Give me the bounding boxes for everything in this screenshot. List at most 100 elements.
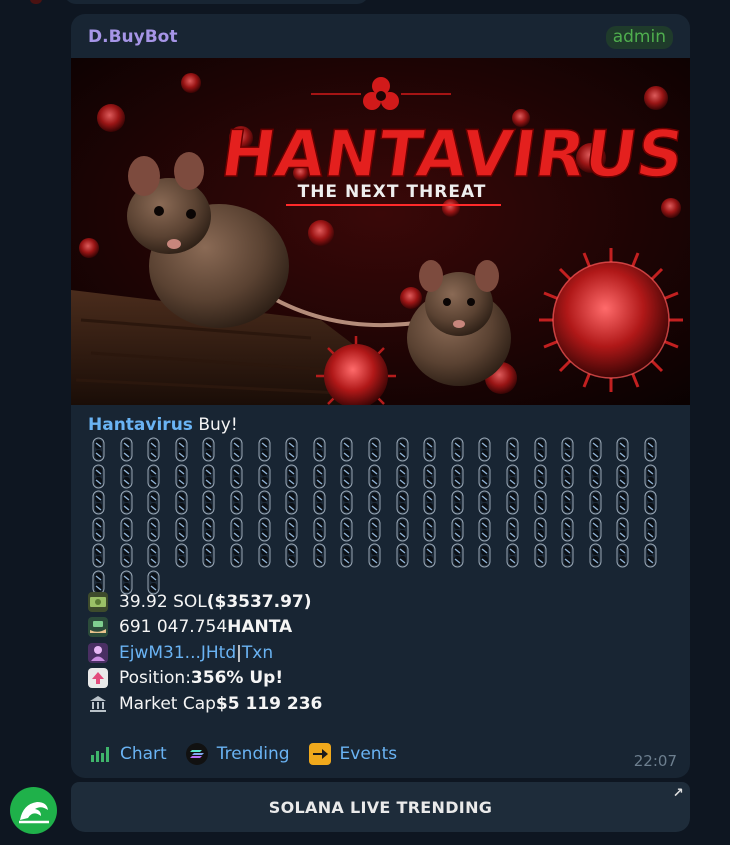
pill-icon xyxy=(147,517,160,541)
pill-icon xyxy=(368,543,381,568)
chart-icon xyxy=(88,742,112,766)
position-value: 356% Up! xyxy=(190,668,284,689)
pill-icon xyxy=(202,464,215,488)
pill-icon xyxy=(478,490,491,515)
pill-icon xyxy=(396,437,409,462)
pill-icon xyxy=(285,543,298,568)
pill-icon xyxy=(616,490,629,515)
pill-icon xyxy=(92,490,105,515)
message-time: 22:07 xyxy=(633,752,677,770)
pill-icon xyxy=(92,437,105,462)
pill-icon xyxy=(451,464,464,488)
pill-icon xyxy=(230,517,243,541)
trending-link[interactable]: Trending xyxy=(185,742,290,766)
pill-icon xyxy=(423,517,436,541)
events-link[interactable]: Events xyxy=(308,742,398,766)
pill-icon xyxy=(561,464,574,488)
bank-icon xyxy=(88,694,108,714)
pill-icon xyxy=(616,464,629,488)
pill-icon xyxy=(340,490,353,515)
pill-icon xyxy=(175,517,188,541)
stat-tokens: 691 047.754 HANTA xyxy=(88,615,322,641)
bottom-links: Chart Trending Events xyxy=(88,742,415,766)
pill-icon xyxy=(202,543,215,568)
position-label: Position: xyxy=(119,668,191,689)
pill-icon xyxy=(92,517,105,541)
pill-icon xyxy=(506,543,519,568)
pill-icon xyxy=(258,517,271,541)
pill-icon xyxy=(147,543,160,568)
txn-link[interactable]: Txn xyxy=(242,643,273,663)
pill-icon xyxy=(451,543,464,568)
stats-list: 39.92 SOL ($3537.97) 691 047.754 HANTA E… xyxy=(88,589,322,717)
message-bubble: D.BuyBot admin HANTAVIRUS THE NEXT THREA… xyxy=(71,14,690,778)
pill-icon xyxy=(589,517,602,541)
pill-icon xyxy=(202,517,215,541)
sender-name[interactable]: D.BuyBot xyxy=(88,27,177,47)
market-cap-value: $5 119 236 xyxy=(215,693,323,714)
solana-icon xyxy=(185,742,209,766)
pill-icon xyxy=(396,490,409,515)
pill-icon xyxy=(589,437,602,462)
pill-icon xyxy=(92,543,105,568)
pill-icon xyxy=(313,437,326,462)
pill-icon xyxy=(92,464,105,488)
right-arrow-icon xyxy=(308,742,332,766)
pill-icon xyxy=(120,464,133,488)
pill-icon xyxy=(313,517,326,541)
pill-icon xyxy=(202,490,215,515)
chart-link[interactable]: Chart xyxy=(88,742,167,766)
pill-icon xyxy=(258,464,271,488)
bot-avatar[interactable] xyxy=(10,787,57,834)
pill-icon xyxy=(147,464,160,488)
user-icon xyxy=(88,642,108,663)
pill-icon xyxy=(120,437,133,462)
banner-subtitle: THE NEXT THREAT xyxy=(298,182,487,202)
solana-live-trending-button[interactable]: SOLANA LIVE TRENDING ↗ xyxy=(71,782,690,832)
stat-wallet: EjwM31...JHtd | Txn xyxy=(88,640,322,666)
pill-icon xyxy=(561,437,574,462)
pill-icon xyxy=(230,543,243,568)
pill-icon xyxy=(616,437,629,462)
admin-badge: admin xyxy=(605,26,673,49)
pill-icon xyxy=(396,517,409,541)
pill-icon xyxy=(478,464,491,488)
pill-icon xyxy=(561,543,574,568)
pill-icon xyxy=(589,543,602,568)
pill-icon xyxy=(506,464,519,488)
up-arrow-icon xyxy=(88,668,108,689)
events-link-label: Events xyxy=(339,744,398,764)
wallet-link[interactable]: EjwM31...JHtd xyxy=(119,643,236,663)
pill-icon xyxy=(258,437,271,462)
pill-icon xyxy=(423,490,436,515)
pill-icon xyxy=(147,490,160,515)
pill-icon xyxy=(230,464,243,488)
pill-icon xyxy=(534,490,547,515)
pill-icon xyxy=(478,517,491,541)
pill-icon xyxy=(313,490,326,515)
pill-icon xyxy=(644,464,657,488)
pill-icon xyxy=(230,437,243,462)
money-hand-icon xyxy=(88,617,108,638)
token-link[interactable]: Hantavirus xyxy=(88,415,193,435)
pill-icon xyxy=(506,517,519,541)
pill-icon xyxy=(230,490,243,515)
pill-icon xyxy=(285,517,298,541)
pill-icon xyxy=(451,437,464,462)
pill-icon xyxy=(285,464,298,488)
token-symbol: HANTA xyxy=(227,617,293,638)
pill-icon xyxy=(534,437,547,462)
pill-icon xyxy=(644,437,657,462)
pill-icon xyxy=(423,437,436,462)
pill-icon xyxy=(506,437,519,462)
stat-sol: 39.92 SOL ($3537.97) xyxy=(88,589,322,615)
pill-icon xyxy=(258,543,271,568)
hantavirus-banner-image[interactable]: HANTAVIRUS THE NEXT THREAT xyxy=(71,58,690,405)
pill-icon xyxy=(396,543,409,568)
pill-icon xyxy=(506,490,519,515)
pill-icon xyxy=(175,543,188,568)
pill-icon xyxy=(478,543,491,568)
previous-message-bubble xyxy=(64,0,369,4)
buy-label: Buy! xyxy=(192,415,238,435)
wave-icon xyxy=(18,801,49,823)
